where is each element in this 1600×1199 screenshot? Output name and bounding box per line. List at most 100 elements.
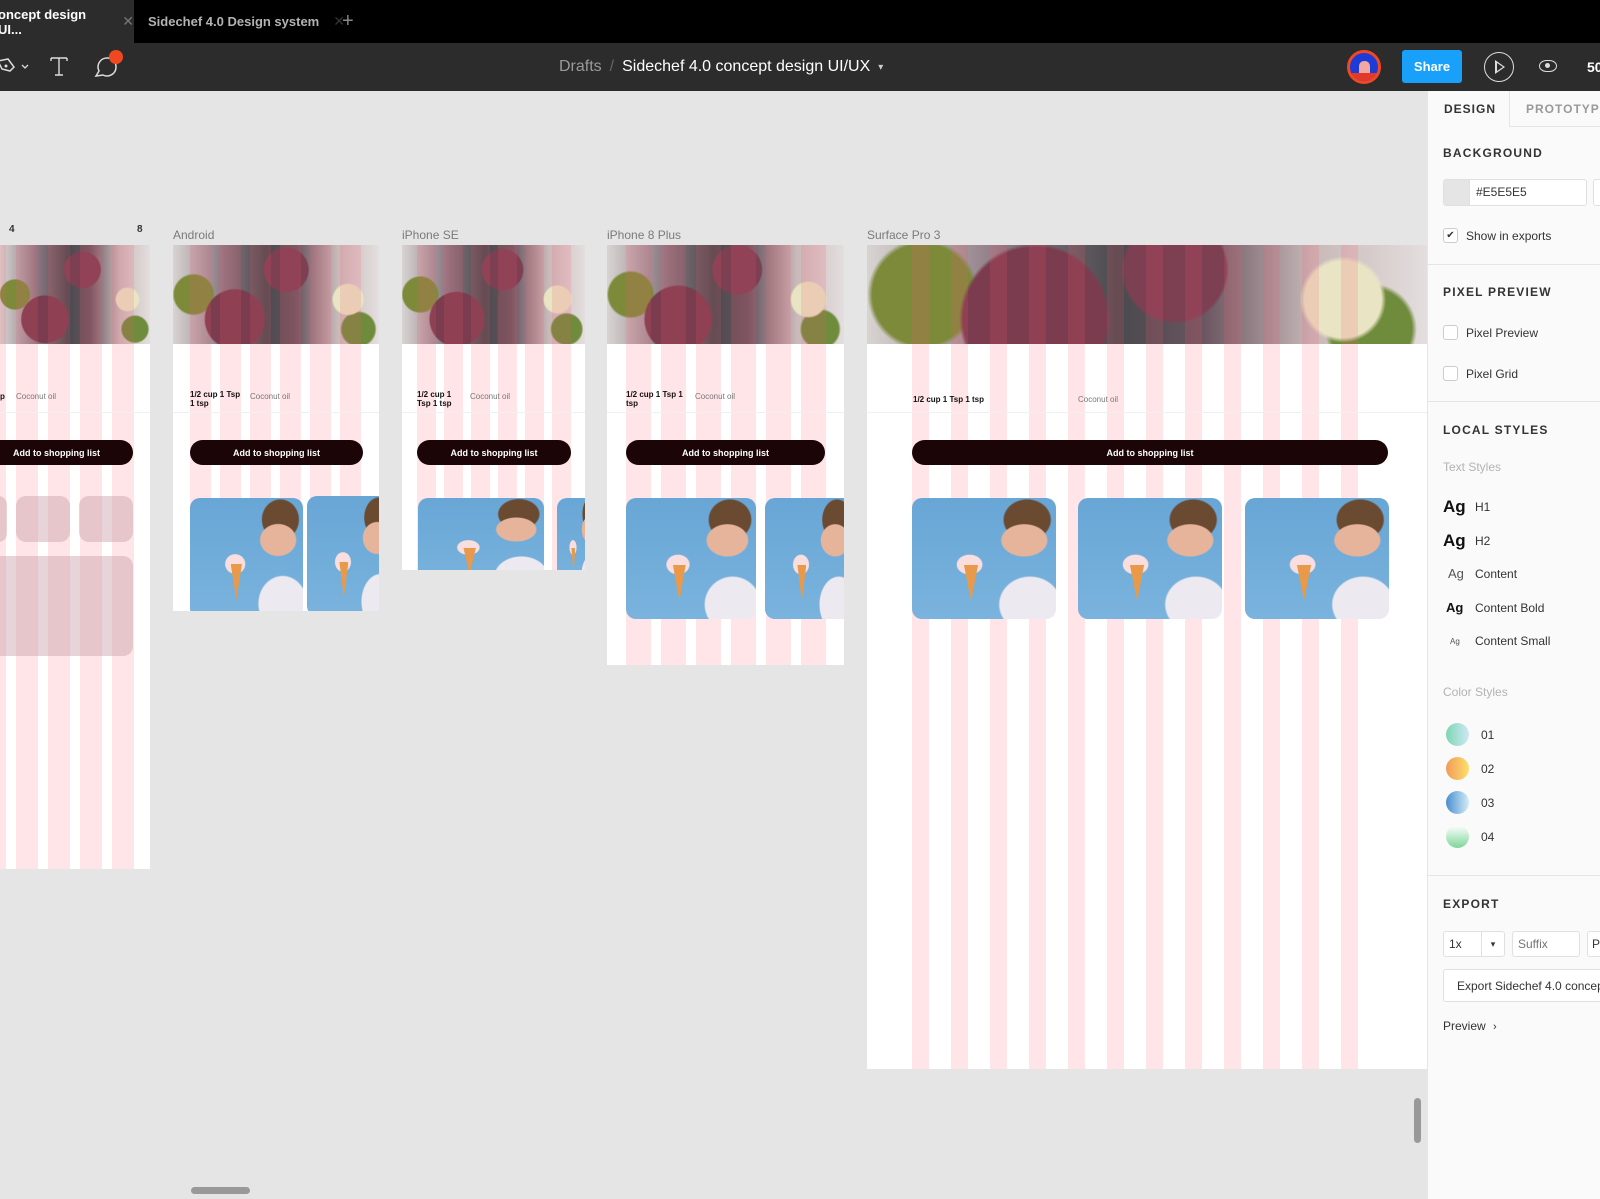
layout-grid [912,245,1358,1069]
frame-surface-pro-3[interactable]: 1/2 cup 1 Tsp 1 tsp Coconut oil Add to s… [867,245,1427,1069]
background-hex-input[interactable] [1470,180,1580,205]
export-format-select[interactable]: PNG [1587,931,1600,957]
tab-design[interactable]: DESIGN [1428,91,1509,127]
export-scale-select[interactable]: 1x ▾ [1443,931,1505,957]
frame-label-surface-pro-3[interactable]: Surface Pro 3 [867,228,940,242]
share-button[interactable]: Share [1402,50,1462,83]
chevron-down-icon[interactable]: ▾ [1482,932,1504,956]
toolbar: Drafts / Sidechef 4.0 concept design UI/… [0,43,1600,91]
pixel-preview-row[interactable]: Pixel Preview [1443,325,1538,340]
file-name[interactable]: Sidechef 4.0 concept design UI/UX [622,58,870,76]
pen-tool-icon[interactable] [0,55,30,82]
vertical-scrollbar[interactable] [1414,1098,1421,1143]
ingredient-quantity: 1/2 cup 1 Tsp 1 tsp [626,390,683,408]
frame-label-iphone-se[interactable]: iPhone SE [402,228,459,242]
background-opacity-field[interactable] [1593,179,1600,206]
column-label: 4 [9,224,15,235]
text-tool-icon[interactable] [49,55,69,82]
recipe-card-image[interactable] [626,498,756,619]
add-to-shopping-list-button[interactable]: Add to shopping list [417,440,571,465]
text-style-name: Content [1475,566,1518,581]
export-suffix-input[interactable] [1512,931,1580,957]
view-eye-icon[interactable] [1539,60,1557,72]
ingredient-quantity: 1/2 cup 1 Tsp 1 tsp [190,390,241,408]
new-tab-plus-icon[interactable]: + [342,10,354,33]
present-play-icon[interactable] [1484,52,1514,82]
pixel-preview-title: PIXEL PREVIEW [1443,285,1552,299]
ingredient-name: Coconut oil [16,392,57,401]
placeholder-card [79,496,133,542]
row-divider [607,412,844,413]
recipe-card-image[interactable] [190,498,303,611]
frame-iphone-se[interactable]: 1/2 cup 1 Tsp 1 tsp Coconut oil Add to s… [402,245,585,570]
close-tab-icon[interactable]: ✕ [122,13,134,30]
recipe-card-image[interactable] [557,498,585,570]
section-divider [1428,264,1600,265]
pixel-preview-label: Pixel Preview [1466,325,1539,340]
tab-prototype[interactable]: PROTOTYPE [1509,91,1600,127]
color-style-name: 01 [1481,727,1495,742]
breadcrumb-drafts[interactable]: Drafts [559,58,602,76]
frame-partial[interactable]: p Coconut oil Add to shopping list [0,245,150,869]
color-style-03[interactable]: 03 [1446,791,1494,814]
row-divider [402,412,585,413]
tab-label: oncept design UI... [0,6,87,37]
panel-tabs: DESIGN PROTOTYPE [1428,91,1600,127]
horizontal-scrollbar[interactable] [191,1187,250,1194]
add-to-shopping-list-button[interactable]: Add to shopping list [912,440,1388,465]
color-swatch [1446,757,1469,780]
avatar[interactable] [1347,50,1381,84]
color-style-04[interactable]: 04 [1446,825,1494,848]
text-style-sample: Ag [1443,497,1466,516]
color-style-name: 03 [1481,795,1495,810]
background-swatch[interactable] [1444,180,1470,205]
frame-label-android[interactable]: Android [173,228,214,242]
color-style-name: 02 [1481,761,1495,776]
tab-bar: oncept design UI... ✕ Sidechef 4.0 Desig… [0,0,1600,43]
avatar-body [1352,73,1378,81]
frame-label-iphone-8-plus[interactable]: iPhone 8 Plus [607,228,681,242]
placeholder-card-large [0,556,133,656]
pixel-grid-row[interactable]: Pixel Grid [1443,366,1518,381]
recipe-card-image[interactable] [307,496,379,611]
tab-design-system[interactable]: Sidechef 4.0 Design system ✕ [134,0,345,43]
pixel-grid-checkbox[interactable] [1443,366,1458,381]
text-style-content[interactable]: Ag Content [1443,566,1517,581]
zoom-level[interactable]: 50 [1587,59,1600,75]
add-to-shopping-list-button[interactable]: Add to shopping list [190,440,363,465]
frame-iphone-8-plus[interactable]: 1/2 cup 1 Tsp 1 tsp Coconut oil Add to s… [607,245,844,665]
pixel-preview-checkbox[interactable] [1443,325,1458,340]
tab-label: Sidechef 4.0 Design system [148,14,320,29]
notification-badge [109,50,123,64]
recipe-card-image[interactable] [765,498,844,619]
recipe-card-image[interactable] [1078,498,1222,619]
row-divider [867,412,1427,413]
color-style-01[interactable]: 01 [1446,723,1494,746]
color-style-02[interactable]: 02 [1446,757,1494,780]
show-in-exports-checkbox[interactable]: ✔ [1443,228,1458,243]
text-style-content-bold[interactable]: Ag Content Bold [1443,600,1544,615]
text-style-h2[interactable]: Ag H2 [1443,531,1490,551]
text-style-content-small[interactable]: Ag Content Small [1443,634,1550,648]
text-style-h1[interactable]: Ag H1 [1443,497,1490,517]
color-swatch [1446,825,1469,848]
show-in-exports-row[interactable]: ✔ Show in exports [1443,228,1551,243]
color-swatch [1446,723,1469,746]
text-style-name: H1 [1475,500,1491,514]
recipe-card-image[interactable] [1245,498,1389,619]
row-divider [0,412,150,413]
frame-android[interactable]: 1/2 cup 1 Tsp 1 tsp Coconut oil Add to s… [173,245,379,611]
comment-tool-icon[interactable] [93,49,127,86]
canvas[interactable]: 4 8 p Coconut oil Add to shopping list A… [0,91,1427,1199]
export-preview-toggle[interactable]: Preview › [1443,1019,1497,1033]
tab-concept-design[interactable]: oncept design UI... ✕ [0,0,134,43]
add-to-shopping-list-button[interactable]: Add to shopping list [626,440,825,465]
background-color-field[interactable] [1443,179,1587,206]
add-to-shopping-list-button[interactable]: Add to shopping list [0,440,133,465]
recipe-card-image[interactable] [912,498,1056,619]
export-button[interactable]: Export Sidechef 4.0 concept design UI/UX [1443,969,1600,1002]
chevron-down-icon[interactable]: ▾ [878,62,883,76]
color-styles-label: Color Styles [1443,685,1508,699]
section-divider [1428,875,1600,876]
recipe-card-image[interactable] [418,498,544,570]
